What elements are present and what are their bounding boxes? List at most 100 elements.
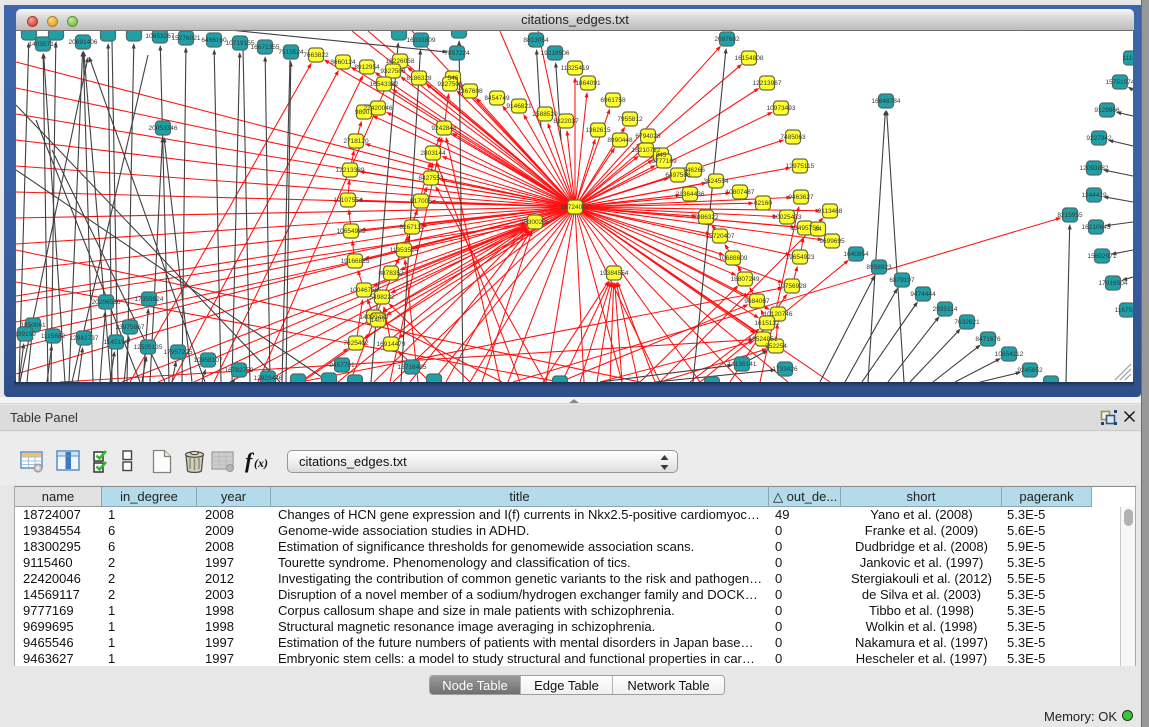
svg-text:19166825: 19166825 — [341, 258, 370, 265]
svg-text:1640954: 1640954 — [843, 251, 869, 258]
svg-text:18226058: 18226058 — [386, 58, 415, 65]
svg-text:98901: 98901 — [355, 109, 373, 116]
svg-text:(x): (x) — [254, 456, 268, 470]
svg-text:7986322: 7986322 — [693, 214, 719, 221]
svg-text:19384554: 19384554 — [600, 270, 629, 277]
svg-text:18300295: 18300295 — [521, 219, 550, 226]
svg-text:15716485: 15716485 — [398, 364, 427, 371]
svg-text:16543382: 16543382 — [370, 81, 399, 88]
svg-text:16782759: 16782759 — [225, 367, 254, 374]
svg-text:339159: 339159 — [16, 331, 36, 338]
svg-text:20053346: 20053346 — [149, 125, 178, 132]
svg-text:9777169: 9777169 — [651, 158, 677, 165]
svg-text:10107554: 10107554 — [334, 197, 363, 204]
svg-text:3624554: 3624554 — [703, 178, 729, 185]
svg-text:11167: 11167 — [1122, 55, 1133, 62]
svg-text:2935114: 2935114 — [933, 306, 958, 313]
svg-text:7515524: 7515524 — [278, 49, 304, 56]
svg-text:7625402: 7625402 — [343, 340, 369, 347]
svg-text:84: 84 — [814, 226, 822, 233]
svg-text:1115682: 1115682 — [41, 333, 66, 340]
svg-text:15276021: 15276021 — [172, 35, 201, 42]
svg-text:9245652: 9245652 — [1017, 367, 1043, 374]
svg-text:12975115: 12975115 — [786, 163, 815, 170]
svg-text:9684067: 9684067 — [744, 298, 770, 305]
svg-text:8813054: 8813054 — [523, 37, 549, 44]
svg-text:9699695: 9699695 — [819, 238, 845, 245]
svg-text:17957225: 17957225 — [164, 349, 193, 356]
svg-text:12942737: 12942737 — [70, 335, 99, 342]
svg-text:9457791: 9457791 — [329, 362, 355, 369]
svg-text:14136141: 14136141 — [728, 361, 757, 368]
svg-text:6794028: 6794028 — [635, 133, 661, 140]
svg-text:20206536: 20206536 — [92, 299, 121, 306]
svg-text:8454749: 8454749 — [484, 95, 510, 102]
svg-text:17359924: 17359924 — [135, 296, 164, 303]
svg-text:18724007: 18724007 — [561, 204, 590, 211]
svg-text:10046758: 10046758 — [350, 287, 379, 294]
svg-text:8958923: 8958923 — [866, 264, 892, 271]
svg-text:1145194: 1145194 — [104, 339, 129, 346]
svg-text:6879197: 6879197 — [889, 277, 915, 284]
svg-text:9146821: 9146821 — [506, 103, 532, 110]
svg-text:10120746: 10120746 — [764, 311, 793, 318]
svg-text:8990448: 8990448 — [607, 137, 633, 144]
svg-text:8267130: 8267130 — [399, 224, 425, 231]
svg-text:15692971: 15692971 — [1088, 253, 1117, 260]
svg-text:8878352: 8878352 — [378, 270, 404, 277]
svg-text:9327508: 9327508 — [380, 68, 406, 75]
svg-text:1362615: 1362615 — [585, 127, 611, 134]
svg-text:7485063: 7485063 — [780, 134, 806, 141]
svg-text:20691406: 20691406 — [69, 39, 98, 46]
svg-text:16648784: 16648784 — [872, 98, 901, 105]
svg-text:917006: 917006 — [410, 198, 432, 205]
svg-text:12093882: 12093882 — [1080, 165, 1109, 172]
svg-text:16914479: 16914479 — [377, 341, 406, 348]
svg-text:2087682: 2087682 — [714, 36, 740, 43]
svg-text:8471676: 8471676 — [975, 336, 1001, 343]
svg-text:2803144: 2803144 — [420, 150, 446, 157]
svg-text:12213389: 12213389 — [336, 167, 365, 174]
svg-text:17016504: 17016504 — [1099, 280, 1128, 287]
svg-text:5498222: 5498222 — [369, 294, 395, 301]
svg-text:7857224: 7857224 — [444, 50, 470, 57]
svg-text:1733426: 1733426 — [772, 366, 798, 373]
svg-text:10654983: 10654983 — [337, 228, 366, 235]
svg-text:8660124: 8660124 — [330, 59, 356, 66]
svg-text:10958107: 10958107 — [194, 357, 223, 364]
svg-text:2718120: 2718120 — [343, 138, 369, 145]
svg-text:1850061: 1850061 — [20, 322, 46, 329]
svg-text:9242848: 9242848 — [431, 125, 457, 132]
svg-text:9474444: 9474444 — [910, 291, 936, 298]
svg-text:9227342: 9227342 — [1086, 135, 1112, 142]
svg-text:12505135: 12505135 — [134, 344, 163, 351]
svg-text:11353594: 11353594 — [390, 247, 419, 254]
svg-text:16154808: 16154808 — [735, 55, 764, 62]
svg-text:2588520: 2588520 — [532, 111, 558, 118]
svg-text:19654923: 19654923 — [786, 254, 815, 261]
svg-text:6497568: 6497568 — [665, 172, 691, 179]
svg-text:6961758: 6961758 — [600, 97, 626, 104]
svg-text:19218506: 19218506 — [541, 50, 570, 57]
svg-text:7955812: 7955812 — [617, 116, 643, 123]
svg-text:9327508: 9327508 — [437, 81, 463, 88]
svg-text:10654112: 10654112 — [995, 351, 1024, 358]
svg-text:8186328: 8186328 — [406, 75, 432, 82]
svg-text:10688609: 10688609 — [719, 255, 748, 262]
svg-text:9129966: 9129966 — [1094, 107, 1120, 114]
svg-text:7663822: 7663822 — [303, 52, 329, 59]
svg-text:1407: 1407 — [371, 317, 386, 324]
svg-text:8322037: 8322037 — [553, 118, 579, 125]
svg-text:8912954: 8912954 — [354, 64, 380, 71]
svg-text:1244419: 1244419 — [1081, 192, 1107, 199]
svg-text:10807487: 10807487 — [726, 189, 755, 196]
svg-text:9463627: 9463627 — [788, 194, 814, 201]
svg-text:1864091: 1864091 — [575, 80, 601, 87]
svg-text:23975867: 23975867 — [116, 324, 145, 331]
svg-text:12923446: 12923446 — [254, 375, 283, 382]
svg-text:15751074: 15751074 — [1106, 79, 1133, 86]
svg-text:1167533: 1167533 — [1115, 307, 1133, 314]
svg-text:10025433: 10025433 — [773, 214, 802, 221]
svg-text:16210643: 16210643 — [1082, 224, 1111, 231]
svg-text:2367608: 2367608 — [457, 88, 483, 95]
